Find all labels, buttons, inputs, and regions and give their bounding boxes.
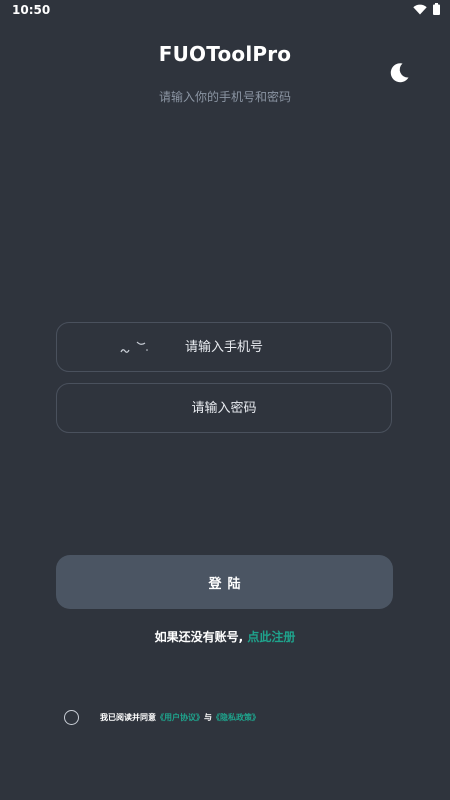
login-button[interactable]: 登陆	[56, 555, 393, 609]
agreement-text: 我已阅读并同意《用户协议》与《隐私政策》	[100, 712, 260, 723]
theme-toggle-button[interactable]	[386, 60, 412, 86]
phone-field[interactable]	[56, 322, 392, 372]
password-input[interactable]	[57, 384, 391, 432]
status-icons	[413, 3, 440, 15]
agreement-prefix: 我已阅读并同意	[100, 713, 156, 722]
register-prompt: 如果还没有账号,	[154, 630, 248, 644]
register-link[interactable]: 点此注册	[247, 630, 295, 644]
password-field[interactable]	[56, 383, 392, 433]
agree-checkbox[interactable]	[64, 710, 79, 725]
status-time: 10:50	[12, 3, 51, 17]
agreement-row: 我已阅读并同意《用户协议》与《隐私政策》	[64, 710, 260, 725]
app-title: FUOToolPro	[158, 42, 292, 66]
register-row: 如果还没有账号, 点此注册	[0, 628, 450, 645]
moon-icon	[390, 63, 409, 83]
battery-icon	[433, 3, 440, 15]
captcha-squiggle-icon	[120, 341, 148, 353]
phone-input[interactable]	[57, 323, 391, 371]
privacy-policy-link[interactable]: 《隐私政策》	[212, 713, 260, 722]
status-bar: 10:50	[0, 0, 450, 22]
wifi-icon	[413, 4, 427, 15]
agreement-and: 与	[204, 713, 212, 722]
user-agreement-link[interactable]: 《用户协议》	[156, 713, 204, 722]
login-subtitle: 请输入你的手机号和密码	[158, 90, 291, 104]
